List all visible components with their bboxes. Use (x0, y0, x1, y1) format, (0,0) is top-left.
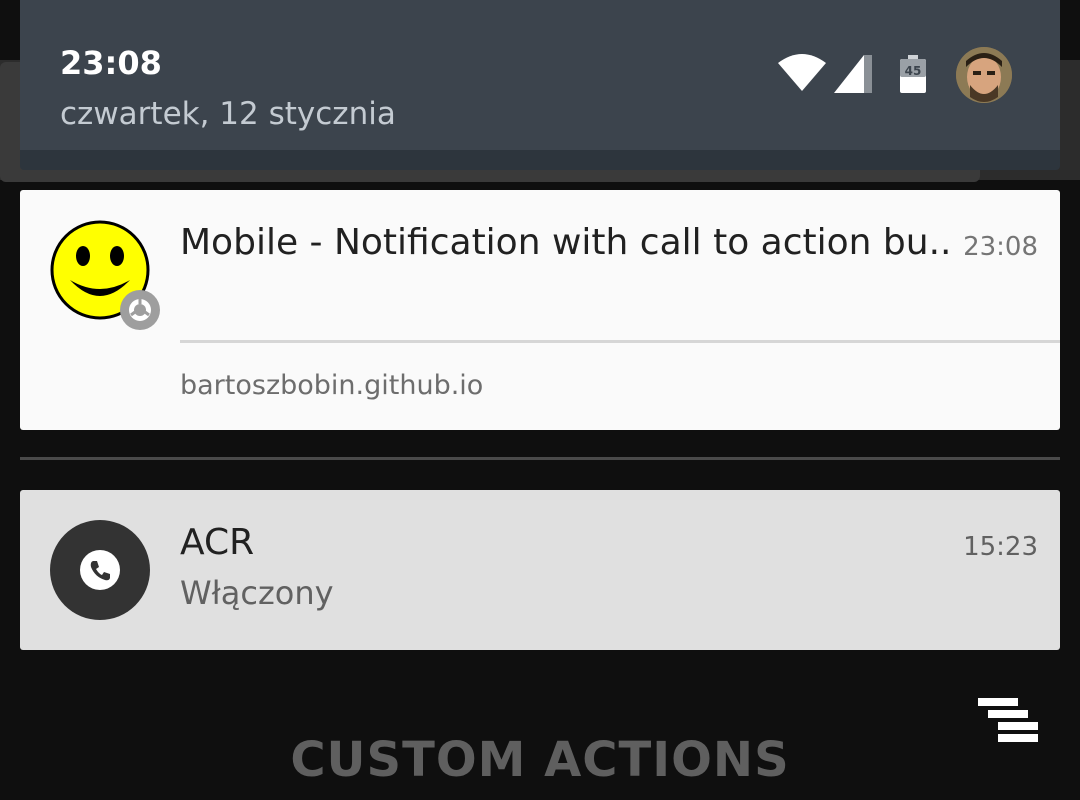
notification-time: 23:08 (963, 232, 1038, 262)
custom-actions-label: CUSTOM ACTIONS (290, 732, 790, 788)
notification-shade: 23:08 czwartek, 12 stycznia 45 Mobile - … (0, 0, 1080, 800)
notification-subtitle: Włączony (180, 574, 334, 612)
avatar[interactable] (956, 47, 1012, 103)
date: czwartek, 12 stycznia (60, 96, 396, 132)
wifi-icon (778, 54, 826, 91)
battery-level: 45 (905, 64, 922, 78)
notification-web-push[interactable]: Mobile - Notification with call to actio… (20, 190, 1060, 430)
notification-site[interactable]: bartoszbobin.github.io (180, 370, 483, 401)
notification-title: Mobile - Notification with call to actio… (180, 222, 950, 263)
notification-acr[interactable]: ACR Włączony 15:23 (20, 490, 1060, 650)
battery-icon: 45 (900, 55, 926, 93)
signal-icon (834, 55, 872, 93)
notification-divider (180, 340, 1060, 343)
notification-time: 15:23 (963, 532, 1038, 562)
quick-settings-handle[interactable] (20, 150, 1060, 170)
section-divider (20, 457, 1060, 460)
notification-title: ACR (180, 522, 255, 563)
chrome-badge-icon (120, 290, 160, 330)
phone-icon (50, 520, 150, 620)
clock: 23:08 (60, 44, 162, 82)
